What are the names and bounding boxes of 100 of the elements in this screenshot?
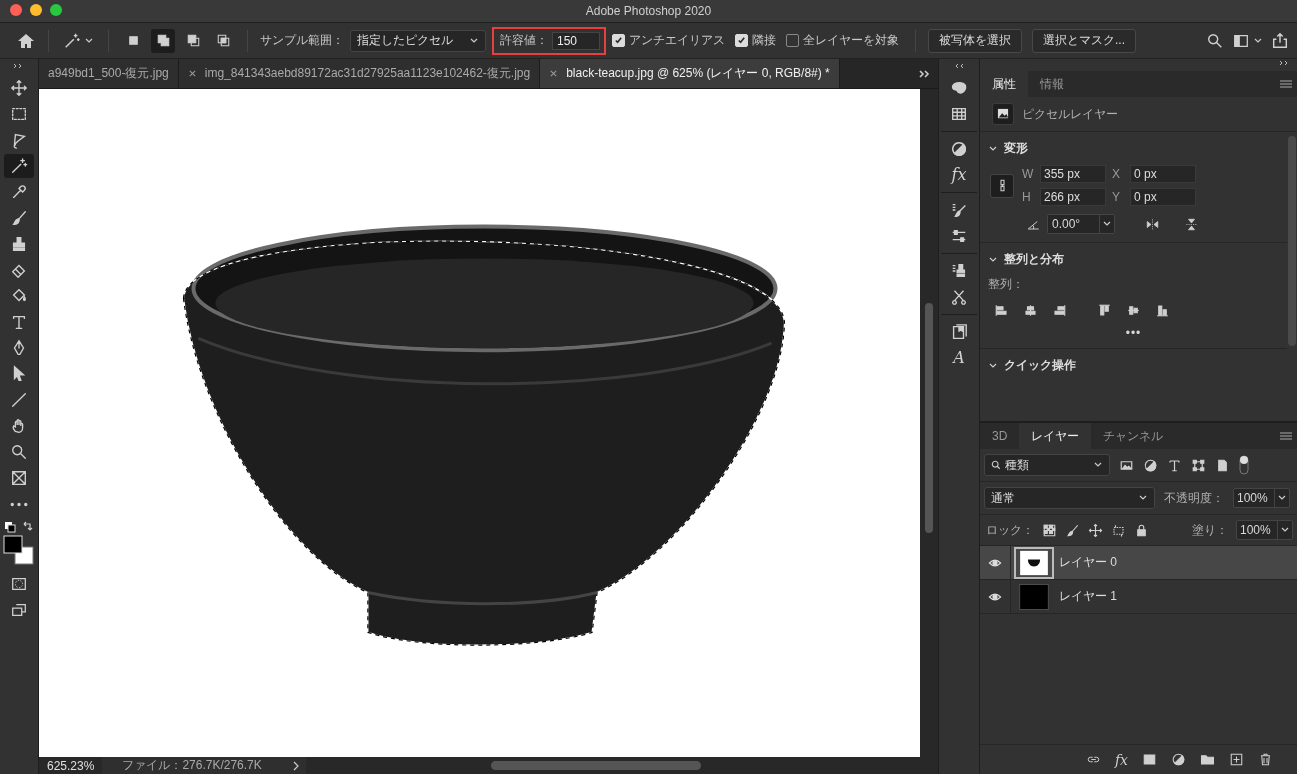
quick-mask-icon [10,575,28,593]
panel-tab[interactable]: レイヤー [1019,423,1092,449]
stamp-list-icon [950,262,968,280]
lock-label: ロック： [986,521,1034,539]
selection-mode-button[interactable] [151,28,175,53]
panel-button[interactable]: A [953,345,965,371]
folder-icon[interactable] [1200,752,1215,767]
tool-button[interactable] [4,154,34,178]
minimize-window-button[interactable] [30,4,42,16]
book-icon [950,323,968,341]
checkbox[interactable] [786,34,799,47]
crossed-frame-icon [10,469,28,487]
document-tab[interactable]: a949bd1_500-復元.jpg [39,59,179,88]
panel-tab[interactable]: 情報 [1028,71,1076,97]
lock-transparency-icon[interactable] [1042,522,1057,538]
menu-icon[interactable] [1279,431,1293,441]
color-swatches-icon[interactable] [3,535,35,565]
checkmark-icon [614,36,623,45]
brush-list-icon [950,201,968,219]
collapse-chevrons-icon[interactable] [953,63,965,69]
layer-style-button[interactable]: fx [1114,751,1128,768]
align-left-icon[interactable] [994,303,1009,318]
angle-field[interactable]: 0.00° [1047,214,1115,234]
section-header[interactable]: 変形 [988,140,1279,157]
document-info[interactable]: ファイル：276.7K/276.7K [102,757,306,774]
magic-wand-icon [10,157,28,175]
align-bottom-icon[interactable] [1155,303,1170,318]
field-label: H [1022,190,1032,204]
dimension-field[interactable]: 266 px [1040,188,1106,206]
option-button[interactable]: 被写体を選択 [928,28,1022,53]
flip-vertical-icon[interactable] [1184,216,1199,232]
layer-thumbnail [1017,583,1051,610]
blend-mode-dropdown[interactable]: 通常 [984,487,1155,509]
scrollbar-thumb[interactable] [491,761,701,770]
document-tab[interactable]: img_841343aebd89172ac31d27925aa1123e102462-復元.jpg [178,59,541,88]
zoom-window-button[interactable] [50,4,62,16]
link-button[interactable] [990,173,1014,198]
dimension-field[interactable]: 0 px [1130,165,1196,183]
align-top-icon[interactable] [1097,303,1112,318]
panel-button[interactable]: fx [951,162,967,188]
close-icon[interactable] [549,69,559,78]
smart-object-filter-icon[interactable] [1215,457,1230,473]
sample-size-dropdown[interactable]: 指定したピクセル [350,29,486,52]
share-icon[interactable] [1271,31,1289,50]
layer-filter-dropdown[interactable]: 種類 [984,454,1110,476]
search-icon[interactable] [1206,31,1224,50]
trash-icon[interactable] [1258,752,1273,767]
close-icon[interactable] [187,69,197,78]
section-header[interactable]: クイック操作 [988,357,1279,374]
dimension-field[interactable]: 355 px [1040,165,1106,183]
sliders-icon [950,227,968,245]
overlapping-squares-icon [155,33,171,48]
lock-position-icon[interactable] [1088,522,1103,538]
type-t-icon [10,313,28,331]
lock-icon[interactable] [1134,522,1149,538]
stamp-icon [10,235,28,253]
default-swap-colors-icon[interactable] [4,521,34,535]
shape-filter-icon[interactable] [1191,457,1206,473]
more-options-button[interactable]: ••• [1125,326,1142,340]
layer-type-label: ピクセルレイヤー [1022,105,1118,123]
layer-row[interactable]: レイヤー 0 [980,546,1297,580]
fill-field[interactable]: 100% [1236,520,1293,540]
align-middle-icon[interactable] [1126,303,1141,318]
close-window-button[interactable] [10,4,22,16]
filter-toggle[interactable] [1239,455,1249,475]
zoom-level: 625.23% [46,758,96,773]
opacity-field[interactable]: 100% [1233,488,1290,508]
move-arrows-icon [10,79,28,97]
eyedropper-icon [10,183,28,201]
panel-tab[interactable]: 属性 [980,71,1028,97]
search-icon [991,460,1001,470]
chevron-right-icon [291,760,300,771]
align-center-icon[interactable] [1023,303,1038,318]
new-layer-icon[interactable] [1229,752,1244,767]
flip-horizontal-icon[interactable] [1145,216,1160,232]
mask-icon[interactable] [1142,752,1157,767]
option-button[interactable]: 選択とマスク... [1032,28,1136,53]
layer-row[interactable]: レイヤー 1 [980,580,1297,614]
menu-icon[interactable] [1279,79,1293,89]
panel-tab[interactable]: チャンネル [1091,423,1176,449]
bowl-thumbnail [1017,549,1051,576]
scrollbar-thumb[interactable] [1288,136,1296,346]
pixel-layer-icon [992,103,1014,125]
panel-tab[interactable]: 3D [980,423,1020,449]
tolerance-input[interactable]: 150 [552,31,600,50]
double-chevron-icon[interactable] [918,68,932,79]
lock-pixels-icon[interactable] [1065,522,1080,538]
section-header[interactable]: 整列と分布 [988,251,1279,268]
adjustment-filter-icon[interactable] [1143,457,1158,473]
adjustment-icon[interactable] [1171,752,1186,767]
lock-artboard-icon[interactable] [1111,522,1126,538]
type-filter-icon[interactable] [1167,457,1182,473]
field-label: X [1112,167,1121,181]
line-icon [10,391,28,409]
dimension-field[interactable]: 0 px [1130,188,1196,206]
field-label: Y [1112,190,1121,204]
grid-icon [950,105,968,123]
scrollbar-thumb[interactable] [925,303,933,533]
document-tab[interactable]: black-teacup.jpg @ 625% (レイヤー 0, RGB/8#) * [540,59,840,88]
align-right-icon[interactable] [1052,303,1067,318]
